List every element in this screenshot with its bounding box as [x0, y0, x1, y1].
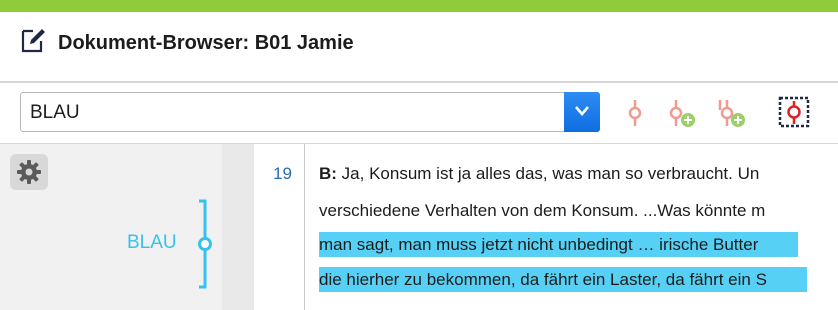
highlighted-text-line[interactable]: man sagt, man muss jetzt nicht unbedingt…	[319, 232, 799, 257]
text-line[interactable]: B: Ja, Konsum ist ja alles das, was man …	[319, 161, 759, 186]
edit-document-icon	[20, 26, 46, 54]
code-margin-gutter	[222, 144, 254, 310]
dropdown-toggle-button[interactable]	[564, 92, 600, 132]
highlighted-text-line[interactable]: die hierher zu bekommen, da fährt ein La…	[319, 267, 807, 292]
title-bar: Dokument-Browser: B01 Jamie	[0, 12, 838, 80]
window-accent-bar	[0, 0, 838, 12]
code-stripe-label[interactable]: BLAU	[127, 232, 177, 254]
code-select-dropdown[interactable]: BLAU	[20, 92, 600, 132]
add-code-stripe-icon[interactable]	[664, 96, 698, 130]
code-stripe-bracket[interactable]	[195, 199, 215, 289]
window-title: Dokument-Browser: B01 Jamie	[58, 32, 354, 54]
code-selection-icon[interactable]	[778, 96, 812, 130]
speaker-label: B:	[319, 164, 337, 183]
paragraph-number-column: 19	[254, 144, 304, 310]
settings-button[interactable]	[10, 154, 48, 190]
document-text-area[interactable]: B: Ja, Konsum ist ja alles das, was man …	[305, 144, 838, 310]
chevron-down-icon	[575, 106, 589, 116]
toolbar: BLAU	[0, 83, 838, 143]
code-stripe-icon[interactable]	[622, 96, 656, 130]
gear-icon	[17, 160, 41, 184]
code-select-value: BLAU	[30, 102, 80, 123]
text-line-content: Ja, Konsum ist ja alles das, was man so …	[336, 164, 760, 183]
text-line[interactable]: verschiedene Verhalten von dem Konsum. .…	[319, 198, 765, 223]
code-margin-panel: BLAU	[0, 144, 222, 310]
add-multi-code-icon[interactable]	[712, 96, 746, 130]
paragraph-number: 19	[273, 164, 292, 183]
